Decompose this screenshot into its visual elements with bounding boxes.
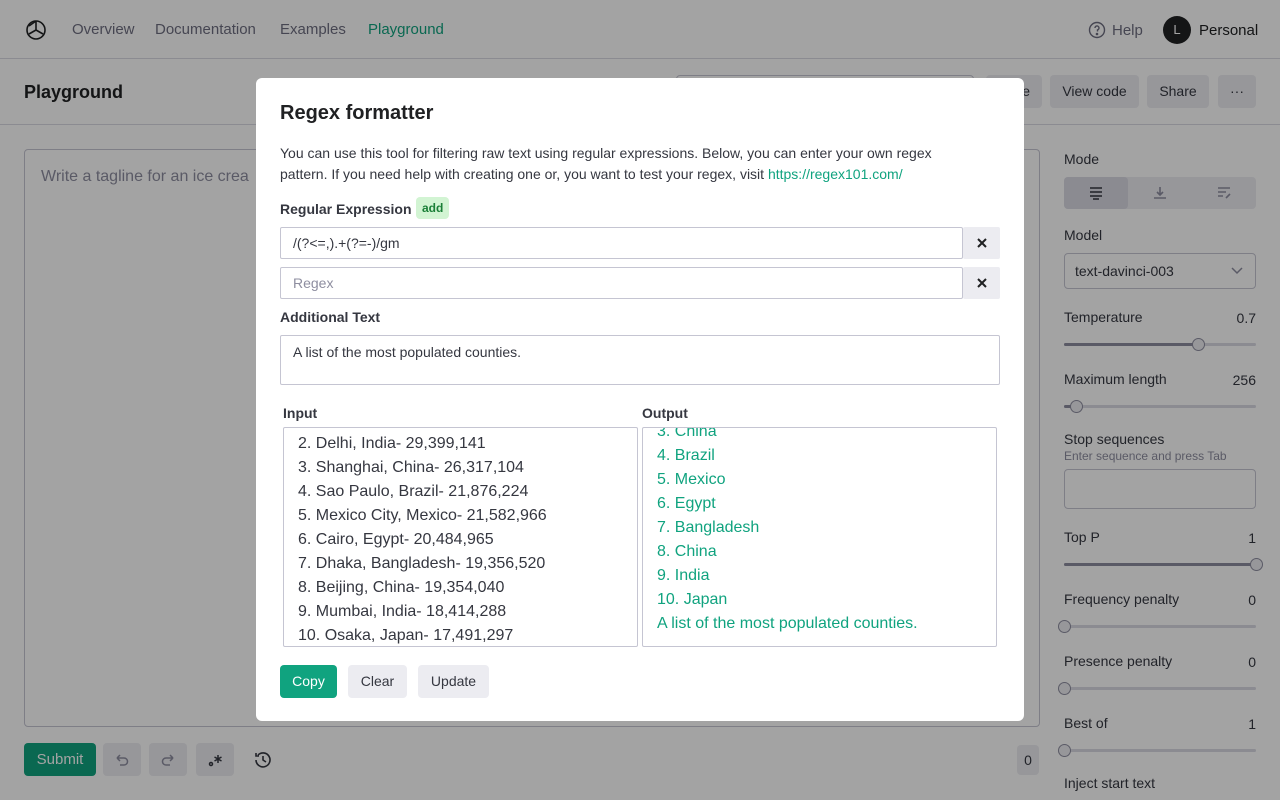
input-line: 6. Cairo, Egypt- 20,484,965 [298,531,494,548]
output-line: 5. Mexico [657,471,726,488]
regex-input[interactable]: /(?<=,).+(?=-)/gm [280,227,963,259]
output-line: 4. Brazil [657,447,715,464]
remove-regex-button[interactable] [963,267,1000,299]
regex-input-empty[interactable]: Regex [280,267,963,299]
regex101-link[interactable]: https://regex101.com/ [768,166,903,182]
input-line: 9. Mumbai, India- 18,414,288 [298,603,507,620]
output-line: 10. Japan [657,591,728,608]
output-line: 8. China [657,543,717,560]
input-textarea[interactable]: 2. Delhi, India- 29,399,141 3. Shanghai, … [283,427,638,647]
input-lines: 2. Delhi, India- 29,399,141 3. Shanghai, … [298,432,547,646]
modal-description: You can use this tool for filtering raw … [280,143,980,185]
clear-button[interactable]: Clear [348,665,407,698]
output-lines: 3. China 4. Brazil 5. Mexico 6. Egypt 7. Ban… [657,427,918,636]
output-line: A list of the most populated counties. [657,615,918,632]
input-line: 3. Shanghai, China- 26,317,104 [298,459,524,476]
input-line: 10. Osaka, Japan- 17,491,297 [298,627,514,644]
output-textarea[interactable]: 3. China 4. Brazil 5. Mexico 6. Egypt 7. Ban… [642,427,997,647]
additional-text-input[interactable]: A list of the most populated counties. [280,335,1000,385]
update-button[interactable]: Update [418,665,489,698]
output-line: 3. China [657,427,717,440]
regex-formatter-modal: Regex formatter You can use this tool fo… [256,78,1024,721]
add-regex-button[interactable]: add [416,197,450,219]
regex-label: Regular Expression [280,201,412,217]
input-line: 7. Dhaka, Bangladesh- 19,356,520 [298,555,546,572]
close-icon [976,277,988,289]
input-line: 4. Sao Paulo, Brazil- 21,876,224 [298,483,529,500]
output-line: 6. Egypt [657,495,716,512]
output-line: 9. India [657,567,710,584]
remove-regex-button[interactable] [963,227,1000,259]
additional-text-label: Additional Text [280,309,381,325]
input-line: 5. Mexico City, Mexico- 21,582,966 [298,507,547,524]
close-icon [976,237,988,249]
output-line: 7. Bangladesh [657,519,760,536]
modal-title: Regex formatter [280,102,434,124]
copy-button[interactable]: Copy [280,665,337,698]
input-label: Input [283,405,318,421]
input-line: 8. Beijing, China- 19,354,040 [298,579,505,596]
input-line: 2. Delhi, India- 29,399,141 [298,435,486,452]
output-label: Output [642,405,688,421]
